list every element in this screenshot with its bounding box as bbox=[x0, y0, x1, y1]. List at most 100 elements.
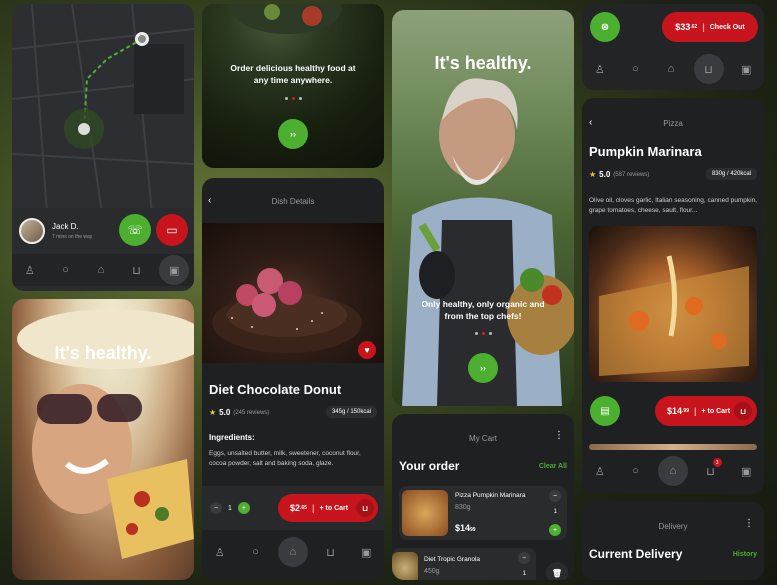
checkout-button[interactable]: $33 .62 | Check Out bbox=[662, 12, 758, 42]
decrease-button[interactable]: − bbox=[518, 552, 530, 564]
more-icon[interactable]: ⋮ bbox=[554, 430, 564, 441]
price-cents: .99 bbox=[682, 408, 689, 414]
search-tab-icon[interactable]: ○ bbox=[242, 539, 268, 565]
checkout-card: ⊗ $33 .62 | Check Out ♙ ○ ⌂ ⊔ ▣ bbox=[582, 4, 764, 90]
map-card: Jack D. 7 mins on the way ☏ ▭ ♙ ○ ⌂ ⊔ ▣ bbox=[12, 4, 194, 291]
checkout-label: Check Out bbox=[709, 23, 745, 31]
profile-tab-icon[interactable]: ♙ bbox=[587, 458, 613, 484]
quantity-value: 1 bbox=[553, 509, 557, 515]
profile-tab-icon[interactable]: ♙ bbox=[207, 539, 233, 565]
rating-value: 5.0 bbox=[599, 170, 611, 179]
item-name: Diet Tropic Granola bbox=[424, 556, 480, 563]
ingredients-label: Ingredients: bbox=[209, 433, 255, 442]
search-tab-icon[interactable]: ○ bbox=[622, 458, 648, 484]
tab-bar: ♙ ○ ⌂ ⊔ ▣ bbox=[582, 54, 764, 84]
plate-decoration bbox=[232, 4, 342, 34]
next-button[interactable]: ›› bbox=[278, 119, 308, 149]
page-indicator bbox=[392, 332, 574, 335]
pizza-description: Olive oil, cloves garlic, Italian season… bbox=[589, 197, 758, 214]
search-tab-icon[interactable]: ○ bbox=[622, 56, 648, 82]
courier-marker bbox=[78, 123, 90, 135]
trash-icon: 🗑 bbox=[551, 568, 563, 578]
map-view[interactable] bbox=[12, 4, 194, 214]
tab-bar: ♙ ○ ⌂ ⊔ ▣ bbox=[202, 532, 384, 572]
dish-details-card: ‹ Dish Details ♥ Diet Chocolate Donut ★ … bbox=[202, 178, 384, 580]
driver-status: 7 mins on the way bbox=[52, 234, 93, 240]
home-tab-icon[interactable]: ⌂ bbox=[88, 257, 114, 283]
price-main: $2 bbox=[290, 503, 301, 513]
message-button[interactable]: ▭ bbox=[156, 214, 188, 246]
decrease-button[interactable]: − bbox=[210, 502, 222, 514]
item-name: Pizza Pumpkin Marinara bbox=[455, 492, 526, 499]
basket-icon: ⊔ bbox=[734, 402, 752, 420]
basket-tab-icon[interactable]: ⊔ bbox=[318, 539, 344, 565]
home-tab-icon[interactable]: ⌂ bbox=[658, 56, 684, 82]
history-link[interactable]: History bbox=[733, 551, 757, 558]
basket-icon: ⊔ bbox=[356, 499, 374, 517]
tab-bar: ♙ ○ ⌂ ⊔ ▣ bbox=[12, 254, 194, 286]
increase-button[interactable]: + bbox=[549, 524, 561, 536]
price-main: $33 bbox=[675, 22, 691, 32]
item-weight: 830g bbox=[455, 504, 471, 511]
dish-name: Pumpkin Marinara bbox=[589, 144, 702, 159]
add-to-cart-button[interactable]: $2 .65 | + to Cart ⊔ bbox=[278, 494, 378, 522]
note-button[interactable]: ▤ bbox=[590, 396, 620, 426]
ingredients-text: Eggs, unsalted butter, milk, sweetener, … bbox=[209, 450, 361, 467]
price-main: $14 bbox=[455, 523, 471, 533]
profile-tab-icon[interactable]: ♙ bbox=[587, 56, 613, 82]
chat-icon: ▭ bbox=[166, 223, 178, 237]
avatar bbox=[19, 218, 45, 244]
quantity-value: 1 bbox=[522, 571, 526, 577]
pizza-details-card: ‹ Pizza Pumpkin Marinara ★ 5.0 (587 revi… bbox=[582, 98, 764, 494]
basket-tab-icon[interactable]: ⊔ bbox=[693, 54, 724, 84]
close-button[interactable]: ⊗ bbox=[590, 12, 620, 42]
item-photo bbox=[392, 552, 418, 580]
home-tab-icon[interactable]: ⌂ bbox=[657, 456, 688, 486]
increase-button[interactable]: + bbox=[237, 502, 250, 514]
cart-item: Pizza Pumpkin Marinara 830g $1499 − 1 + bbox=[399, 486, 567, 540]
dish-photo: ♥ bbox=[202, 223, 384, 363]
call-button[interactable]: ☏ bbox=[119, 214, 151, 246]
price-cents: 99 bbox=[470, 527, 476, 533]
delivery-card: Delivery ⋮ Current Delivery History bbox=[582, 502, 764, 580]
delete-button[interactable]: 🗑 bbox=[546, 562, 568, 580]
review-count: (245 reviews) bbox=[233, 409, 270, 416]
delivery-tab-icon[interactable]: ▣ bbox=[733, 56, 759, 82]
dish-name: Diet Chocolate Donut bbox=[209, 382, 342, 397]
basket-tab-icon[interactable]: ⊔ bbox=[124, 257, 150, 283]
cart-label: + to Cart bbox=[701, 407, 731, 415]
driver-panel: Jack D. 7 mins on the way ☏ ▭ bbox=[12, 208, 194, 252]
add-to-cart-button[interactable]: $14 .99 | + to Cart ⊔ bbox=[655, 396, 757, 426]
profile-tab-icon[interactable]: ♙ bbox=[17, 257, 43, 283]
screen-header: Delivery bbox=[658, 522, 688, 531]
star-icon: ★ bbox=[209, 408, 217, 417]
favorite-button[interactable]: ♥ bbox=[358, 341, 376, 359]
price-main: $14 bbox=[667, 406, 683, 416]
decrease-button[interactable]: − bbox=[549, 490, 561, 502]
basket-tab-icon[interactable]: ⊔ 3 bbox=[698, 458, 724, 484]
item-weight: 450g bbox=[424, 568, 440, 575]
search-tab-icon[interactable]: ○ bbox=[52, 257, 78, 283]
healthy-subtitle: Only healthy, only organic and from the … bbox=[421, 299, 545, 321]
cart-badge: 3 bbox=[712, 458, 722, 467]
delivery-tab-icon[interactable]: ▣ bbox=[353, 539, 379, 565]
next-button[interactable]: ›› bbox=[468, 353, 498, 383]
heart-icon: ♥ bbox=[364, 345, 370, 355]
healthy-farmer-card: It's healthy. Only healthy, only organic… bbox=[392, 10, 574, 406]
woman-illustration bbox=[17, 309, 194, 559]
pizza-photo bbox=[589, 226, 757, 382]
driver-name: Jack D. bbox=[52, 222, 79, 231]
rating-value: 5.0 bbox=[219, 408, 231, 417]
delivery-tab-icon[interactable]: ▣ bbox=[159, 255, 190, 285]
more-icon[interactable]: ⋮ bbox=[744, 518, 754, 529]
rating: ★ 5.0 (587 reviews) bbox=[589, 170, 649, 179]
weight-badge: 345g / 150kcal bbox=[325, 406, 377, 418]
healthy-woman-card: It's healthy. bbox=[12, 299, 194, 580]
home-tab-icon[interactable]: ⌂ bbox=[277, 537, 308, 567]
clear-all-link[interactable]: Clear All bbox=[539, 463, 567, 470]
cart-bar: − 1 + $2 .65 | + to Cart ⊔ bbox=[202, 486, 384, 530]
screen-header: My Cart bbox=[469, 434, 497, 443]
delivery-tab-icon[interactable]: ▣ bbox=[733, 458, 759, 484]
delivery-title: Current Delivery bbox=[589, 547, 683, 561]
rating: ★ 5.0 (245 reviews) bbox=[209, 408, 269, 417]
